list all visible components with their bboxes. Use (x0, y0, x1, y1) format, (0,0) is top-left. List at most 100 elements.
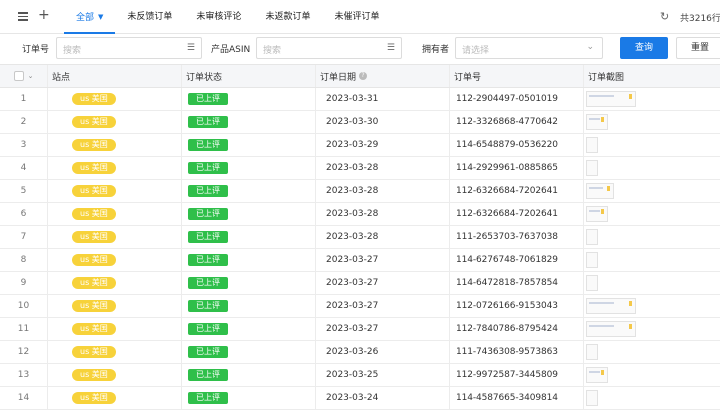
table-row[interactable]: 11 us 美国 已上评 2023-03-27 112-7840786-8795424 (0, 318, 720, 341)
order-no-search-input[interactable]: 搜索 ☰ (56, 37, 202, 59)
row-index: 9 (20, 278, 27, 288)
table-row[interactable]: 13 us 美国 已上评 2023-03-25 112-9972587-3445809 (0, 364, 720, 387)
table-row[interactable]: 2 us 美国 已上评 2023-03-30 112-3326868-4770642 (0, 111, 720, 134)
table-row[interactable]: 12 us 美国 已上评 2023-03-26 111-7436308-9573863 (0, 341, 720, 364)
chevron-down-icon[interactable]: ⌄ (28, 72, 34, 80)
add-tab-icon[interactable]: + (38, 8, 50, 22)
table-row[interactable]: 7 us 美国 已上评 2023-03-28 111-2653703-7637038 (0, 226, 720, 249)
order-screenshot-thumbnail[interactable] (586, 252, 598, 268)
order-screenshot-thumbnail[interactable] (586, 229, 598, 245)
order-number[interactable]: 114-6548879-0536220 (454, 140, 558, 150)
asin-search-input[interactable]: 搜索 ☰ (256, 37, 402, 59)
order-screenshot-thumbnail[interactable] (586, 298, 636, 314)
tab-unreviewed-comments[interactable]: 未审核评论 (184, 0, 253, 34)
site-cell: us 美国 (48, 387, 182, 409)
status-badge: 已上评 (188, 254, 228, 266)
order-screenshot-thumbnail[interactable] (586, 344, 598, 360)
table-row[interactable]: 8 us 美国 已上评 2023-03-27 114-6276748-7061829 (0, 249, 720, 272)
site-cell: us 美国 (48, 203, 182, 225)
order-screenshot-thumbnail[interactable] (586, 275, 598, 291)
select-all-checkbox[interactable] (13, 71, 24, 81)
order-screenshot-thumbnail[interactable] (586, 160, 598, 176)
order-date: 2023-03-30 (326, 117, 379, 127)
table-row[interactable]: 6 us 美国 已上评 2023-03-28 112-6326684-7202641 (0, 203, 720, 226)
col-header-site[interactable]: 站点 (48, 65, 182, 87)
owner-select[interactable]: 请选择 ⌄ (455, 37, 603, 59)
order-no-cell: 114-6276748-7061829 (450, 249, 584, 271)
order-screenshot-thumbnail[interactable] (586, 183, 614, 199)
select-all-cell: ⌄ (0, 65, 48, 87)
tab-not-refunded[interactable]: 未返款订单 (253, 0, 322, 34)
date-cell: 2023-03-28 (316, 226, 450, 248)
date-cell: 2023-03-26 (316, 341, 450, 363)
order-number[interactable]: 112-3326868-4770642 (454, 117, 558, 127)
order-screenshot-thumbnail[interactable] (586, 321, 636, 337)
screenshot-cell (584, 180, 720, 202)
chevron-down-icon[interactable]: ▼ (98, 0, 103, 34)
site-cell: us 美国 (48, 341, 182, 363)
filter-search-icon[interactable]: ☰ (187, 43, 195, 53)
col-header-screenshot[interactable]: 订单截图 (584, 65, 720, 87)
order-number[interactable]: 112-6326684-7202641 (454, 186, 558, 196)
row-index: 2 (20, 117, 27, 127)
order-no-cell: 112-6326684-7202641 (450, 180, 584, 202)
order-screenshot-thumbnail[interactable] (586, 137, 598, 153)
order-date: 2023-03-26 (326, 347, 379, 357)
query-button[interactable]: 查询 (620, 37, 668, 59)
col-header-status[interactable]: 订单状态 (182, 65, 316, 87)
order-number[interactable]: 114-6276748-7061829 (454, 255, 558, 265)
order-screenshot-thumbnail[interactable] (586, 91, 636, 107)
status-badge: 已上评 (188, 185, 228, 197)
order-screenshot-thumbnail[interactable] (586, 390, 598, 406)
order-number[interactable]: 112-9972587-3445809 (454, 370, 558, 380)
tab-no-feedback[interactable]: 未反馈订单 (115, 0, 184, 34)
site-cell: us 美国 (48, 226, 182, 248)
site-badge: us 美国 (72, 93, 116, 105)
table-row[interactable]: 3 us 美国 已上评 2023-03-29 114-6548879-0536220 (0, 134, 720, 157)
table-row[interactable]: 5 us 美国 已上评 2023-03-28 112-6326684-7202641 (0, 180, 720, 203)
status-badge: 已上评 (188, 369, 228, 381)
status-badge: 已上评 (188, 277, 228, 289)
order-screenshot-thumbnail[interactable] (586, 206, 608, 222)
table-row[interactable]: 1 us 美国 已上评 2023-03-31 112-2904497-0501019 (0, 88, 720, 111)
order-no-label: 订单号 (22, 45, 50, 55)
order-number[interactable]: 111-2653703-7637038 (454, 232, 558, 242)
row-index: 8 (20, 255, 27, 265)
reset-button[interactable]: 重置 (676, 37, 720, 59)
site-badge: us 美国 (72, 392, 116, 404)
status-cell: 已上评 (182, 318, 316, 340)
date-cell: 2023-03-27 (316, 295, 450, 317)
menu-icon[interactable] (18, 12, 28, 21)
order-screenshot-thumbnail[interactable] (586, 367, 608, 383)
date-cell: 2023-03-28 (316, 157, 450, 179)
col-header-order-no[interactable]: 订单号 (450, 65, 584, 87)
site-badge: us 美国 (72, 116, 116, 128)
order-number[interactable]: 114-4587665-3409814 (454, 393, 558, 403)
tab-not-reminded[interactable]: 未催评订单 (322, 0, 391, 34)
order-number[interactable]: 112-7840786-8795424 (454, 324, 558, 334)
order-screenshot-thumbnail[interactable] (586, 114, 608, 130)
table-row[interactable]: 4 us 美国 已上评 2023-03-28 114-2929961-0885865 (0, 157, 720, 180)
col-header-date[interactable]: 订单日期? (316, 65, 450, 87)
chevron-down-icon[interactable]: ⌄ (586, 42, 594, 52)
table-row[interactable]: 9 us 美国 已上评 2023-03-27 114-6472818-7857854 (0, 272, 720, 295)
order-no-cell: 114-2929961-0885865 (450, 157, 584, 179)
status-badge: 已上评 (188, 323, 228, 335)
screenshot-cell (584, 134, 720, 156)
row-index: 14 (17, 393, 30, 403)
order-number[interactable]: 114-6472818-7857854 (454, 278, 558, 288)
order-no-cell: 112-9972587-3445809 (450, 364, 584, 386)
refresh-icon[interactable]: ↻ (660, 11, 669, 22)
order-number[interactable]: 114-2929961-0885865 (454, 163, 558, 173)
table-header: ⌄ 站点 订单状态 订单日期? 订单号 订单截图 (0, 64, 720, 88)
table-row[interactable]: 10 us 美国 已上评 2023-03-27 112-0726166-9153043 (0, 295, 720, 318)
tab-all[interactable]: 全部 ▼ (64, 0, 116, 34)
help-icon[interactable]: ? (359, 72, 368, 80)
filter-search-icon[interactable]: ☰ (387, 43, 395, 53)
order-number[interactable]: 112-6326684-7202641 (454, 209, 558, 219)
table-row[interactable]: 14 us 美国 已上评 2023-03-24 114-4587665-3409814 (0, 387, 720, 410)
order-number[interactable]: 112-0726166-9153043 (454, 301, 558, 311)
order-number[interactable]: 111-7436308-9573863 (454, 347, 558, 357)
row-index: 1 (20, 94, 27, 104)
order-number[interactable]: 112-2904497-0501019 (454, 94, 558, 104)
